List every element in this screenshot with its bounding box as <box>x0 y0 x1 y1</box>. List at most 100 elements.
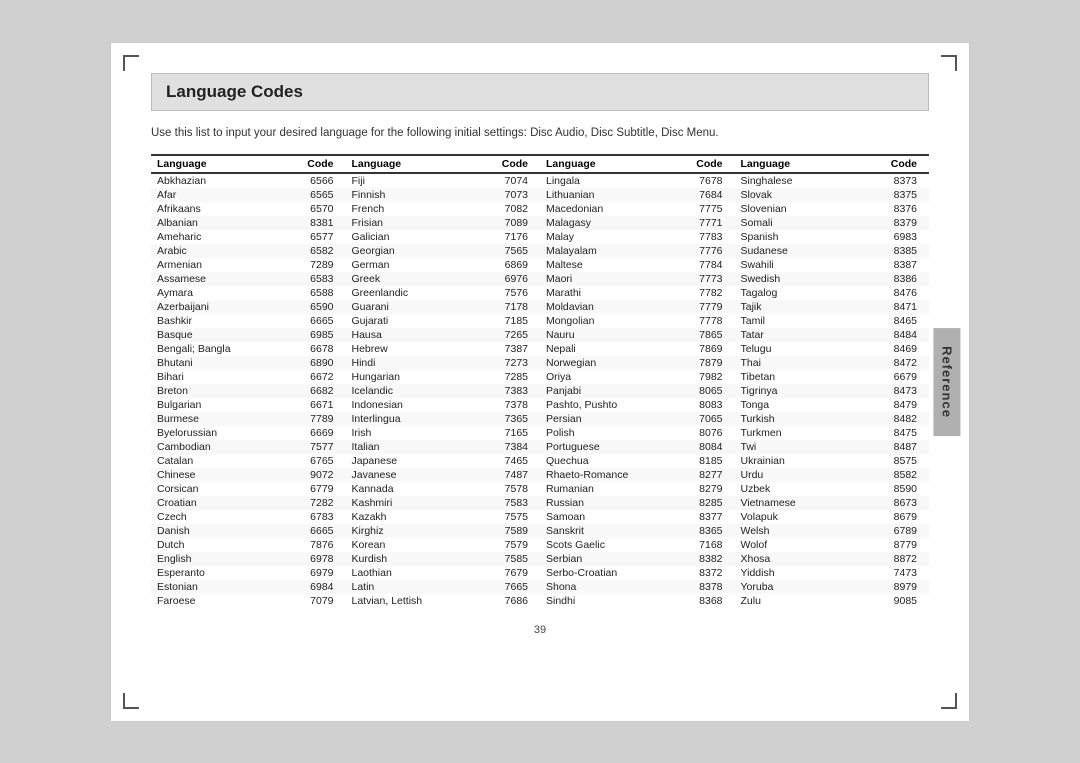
language-cell: Catalan <box>151 454 281 468</box>
table-row: Swahili8387 <box>735 258 930 272</box>
table-row: Nepali7869 <box>540 342 735 356</box>
language-cell: Tagalog <box>735 286 865 300</box>
code-cell: 6978 <box>281 552 345 566</box>
language-cell: Norwegian <box>540 356 672 370</box>
col-header-code-2: Code <box>672 155 734 173</box>
table-row: Greenlandic7576 <box>346 286 541 300</box>
language-cell: Latvian, Lettish <box>346 594 476 608</box>
language-cell: Sudanese <box>735 244 865 258</box>
language-cell: Javanese <box>346 468 476 482</box>
language-cell: Marathi <box>540 286 672 300</box>
table-row: Hebrew7387 <box>346 342 541 356</box>
table-row: Oriya7982 <box>540 370 735 384</box>
table-row: Interlingua7365 <box>346 412 541 426</box>
col-header-code-0: Code <box>281 155 345 173</box>
table-row: Byelorussian6669 <box>151 426 346 440</box>
code-cell: 8381 <box>281 216 345 230</box>
language-cell: Uzbek <box>735 482 865 496</box>
table-row: Japanese7465 <box>346 454 541 468</box>
language-cell: Georgian <box>346 244 476 258</box>
code-cell: 8368 <box>672 594 734 608</box>
col-header-language-0: Language <box>151 155 281 173</box>
code-cell: 7289 <box>281 258 345 272</box>
language-cell: Fiji <box>346 173 476 188</box>
language-cell: Bashkir <box>151 314 281 328</box>
table-row: Serbo-Croatian8372 <box>540 566 735 580</box>
table-row: Mongolian7778 <box>540 314 735 328</box>
table-row: Esperanto6979 <box>151 566 346 580</box>
code-cell: 8185 <box>672 454 734 468</box>
code-cell: 7876 <box>281 538 345 552</box>
table-row: Dutch7876 <box>151 538 346 552</box>
table-row: Quechua8185 <box>540 454 735 468</box>
code-cell: 8471 <box>865 300 929 314</box>
code-cell: 7576 <box>476 286 540 300</box>
language-cell: Tajik <box>735 300 865 314</box>
language-cell: Greenlandic <box>346 286 476 300</box>
table-row: Nauru7865 <box>540 328 735 342</box>
code-cell: 7684 <box>672 188 734 202</box>
table-row: Bengali; Bangla6678 <box>151 342 346 356</box>
code-cell: 7065 <box>672 412 734 426</box>
code-cell: 7775 <box>672 202 734 216</box>
code-cell: 7384 <box>476 440 540 454</box>
code-cell: 6983 <box>865 230 929 244</box>
table-row: Afar6565 <box>151 188 346 202</box>
table-row: Italian7384 <box>346 440 541 454</box>
code-cell: 8484 <box>865 328 929 342</box>
code-cell: 7783 <box>672 230 734 244</box>
language-cell: Mongolian <box>540 314 672 328</box>
code-cell: 6565 <box>281 188 345 202</box>
language-cell: Scots Gaelic <box>540 538 672 552</box>
language-cell: Corsican <box>151 482 281 496</box>
code-cell: 8279 <box>672 482 734 496</box>
table-row: Panjabi8065 <box>540 384 735 398</box>
table-row: Abkhazian6566 <box>151 173 346 188</box>
corner-tr <box>941 55 957 71</box>
code-cell: 6672 <box>281 370 345 384</box>
table-row: Kashmiri7583 <box>346 496 541 510</box>
intro-text: Use this list to input your desired lang… <box>151 125 929 142</box>
language-cell: Galician <box>346 230 476 244</box>
table-row: Norwegian7879 <box>540 356 735 370</box>
table-row: Finnish7073 <box>346 188 541 202</box>
code-cell: 8386 <box>865 272 929 286</box>
language-cell: Tigrinya <box>735 384 865 398</box>
table-row: Kannada7578 <box>346 482 541 496</box>
table-row: Bulgarian6671 <box>151 398 346 412</box>
code-cell: 8373 <box>865 173 929 188</box>
language-cell: Azerbaijani <box>151 300 281 314</box>
language-cell: Guarani <box>346 300 476 314</box>
language-cell: Wolof <box>735 538 865 552</box>
table-row: Telugu8469 <box>735 342 930 356</box>
code-cell: 7865 <box>672 328 734 342</box>
code-cell: 6890 <box>281 356 345 370</box>
language-cell: Ukrainian <box>735 454 865 468</box>
code-cell: 8385 <box>865 244 929 258</box>
table-row: Frisian7089 <box>346 216 541 230</box>
table-row: Singhalese8373 <box>735 173 930 188</box>
language-cell: Laothian <box>346 566 476 580</box>
language-cell: Singhalese <box>735 173 865 188</box>
table-row: Czech6783 <box>151 510 346 524</box>
code-cell: 8277 <box>672 468 734 482</box>
language-cell: Icelandic <box>346 384 476 398</box>
table-row: Cambodian7577 <box>151 440 346 454</box>
code-cell: 7168 <box>672 538 734 552</box>
code-cell: 7378 <box>476 398 540 412</box>
language-cell: Kashmiri <box>346 496 476 510</box>
table-row: Yiddish7473 <box>735 566 930 580</box>
table-row: Polish8076 <box>540 426 735 440</box>
code-cell: 6765 <box>281 454 345 468</box>
language-cell: Sanskrit <box>540 524 672 538</box>
code-cell: 7784 <box>672 258 734 272</box>
language-cell: Tamil <box>735 314 865 328</box>
table-row: Zulu9085 <box>735 594 930 608</box>
code-cell: 7583 <box>476 496 540 510</box>
language-cell: Persian <box>540 412 672 426</box>
language-cell: Korean <box>346 538 476 552</box>
table-row: Laothian7679 <box>346 566 541 580</box>
language-cell: Shona <box>540 580 672 594</box>
code-cell: 7089 <box>476 216 540 230</box>
code-cell: 6583 <box>281 272 345 286</box>
